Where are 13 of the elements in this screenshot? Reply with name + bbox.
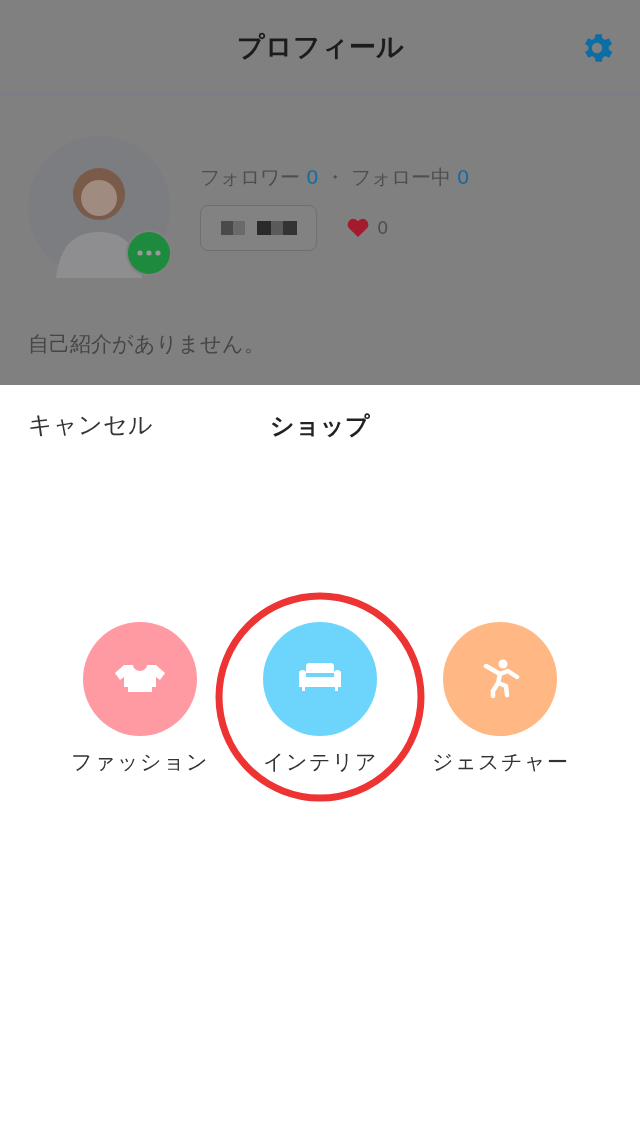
name-button[interactable]	[200, 204, 317, 251]
category-label: インテリア	[262, 749, 378, 776]
sheet-title: ショップ	[270, 411, 370, 442]
more-icon[interactable]	[126, 230, 172, 276]
bio-text: 自己紹介がありません。	[28, 331, 266, 358]
shop-category-button[interactable]: ファッション	[55, 622, 225, 776]
page-title: プロフィール	[236, 30, 404, 64]
heart-icon	[347, 218, 369, 237]
category-label: ファッション	[71, 749, 209, 776]
separator-dot: ・	[324, 163, 345, 191]
category-label: ジェスチャー	[431, 749, 569, 776]
cancel-button[interactable]: キャンセル	[28, 409, 153, 441]
shop-category-button[interactable]: ジェスチャー	[415, 622, 585, 776]
